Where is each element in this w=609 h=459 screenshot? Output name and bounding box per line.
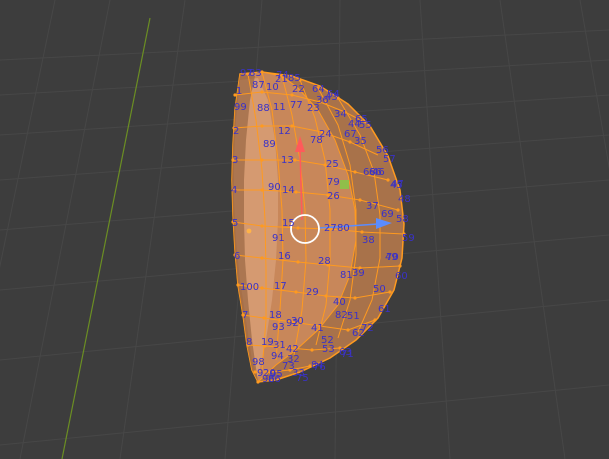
- vertex-index-label: 91: [272, 233, 285, 244]
- y-axis-line: [61, 17, 151, 459]
- 3d-viewport[interactable]: 87 10 22 99 88 11 77 23 36 2 12 24 78 34…: [0, 0, 609, 459]
- vertex-index-label: 4: [231, 185, 237, 196]
- viewport-canvas[interactable]: 87 10 22 99 88 11 77 23 36 2 12 24 78 34…: [0, 0, 609, 459]
- vertex-index-label: 39: [352, 268, 365, 279]
- vertex-index-label: 79: [327, 177, 340, 188]
- vertex-index-label: 69: [381, 209, 394, 220]
- vertex-index-label: 74: [276, 70, 289, 81]
- vertex-index-label: 81: [340, 270, 353, 281]
- vertex-index-label: 14: [282, 185, 295, 196]
- vertex-index-label: 85: [288, 73, 301, 84]
- vertex-index-label: 71: [341, 349, 354, 360]
- vertex-index-label: 93: [272, 322, 285, 333]
- vertex-index-label: 25: [326, 159, 339, 170]
- vertex-index-label: 99: [234, 102, 247, 113]
- vertex-index-label: 86: [268, 374, 281, 385]
- vertex-index-label: 45: [390, 180, 403, 191]
- vertex-index-label: 46: [372, 167, 385, 178]
- vertex-index-label: 13: [281, 155, 294, 166]
- vertex-index-label: 59: [402, 233, 415, 244]
- vertex-index-label: 19: [261, 337, 274, 348]
- vertex-index-label: 35: [354, 136, 367, 147]
- vertex-index-label: 18: [269, 310, 282, 321]
- vertex-index-label: 37: [366, 201, 379, 212]
- vertex-index-label: 31: [273, 340, 286, 351]
- vertex-index-label: 5: [232, 218, 238, 229]
- vertex-index-label: 8: [246, 337, 252, 348]
- vertex-index-label: 48: [398, 194, 411, 205]
- vertex-index-label: 34: [334, 109, 347, 120]
- vertex-index-label: 90: [268, 182, 281, 193]
- vertex-index-label: 12: [278, 126, 291, 137]
- vertex-index-label: 29: [306, 287, 319, 298]
- vertex-index-label: 100: [240, 282, 259, 293]
- vertex-index-label: 82: [335, 310, 348, 321]
- vertex-index-label: 28: [318, 256, 331, 267]
- vertex-index-label: 57: [383, 154, 396, 165]
- vertex-index-label: 50: [373, 284, 386, 295]
- vertex-index-label: 61: [378, 304, 391, 315]
- vertex-index-label: 83: [249, 68, 262, 79]
- vertex-index-label: 88: [257, 103, 270, 114]
- vertex-index-label: 53: [322, 344, 335, 355]
- vertex-index-label: 49: [385, 252, 398, 263]
- vertex-index-label: 78: [310, 135, 323, 146]
- vertex-index-label: 17: [274, 281, 287, 292]
- vertex-index-label: 55: [359, 120, 372, 131]
- vertex-index-label: 40: [333, 297, 346, 308]
- vertex-index-label: 62: [352, 328, 365, 339]
- vertex-index-label: 92: [286, 318, 299, 329]
- vertex-index-label: 87: [252, 80, 265, 91]
- vertex-index-label: 3: [232, 155, 238, 166]
- vertex-index-label: 26: [327, 191, 340, 202]
- vertex-index-label: 38: [362, 235, 375, 246]
- vertex-index-label: 64: [312, 84, 325, 95]
- vertex-index-label: 16: [278, 251, 291, 262]
- vertex-index-label: 54: [327, 89, 340, 100]
- vertex-index-label: 80: [337, 223, 350, 234]
- vertex-index-label: 58: [396, 214, 409, 225]
- vertex-index-label: 41: [311, 323, 324, 334]
- vertex-index-label: 22: [292, 84, 305, 95]
- gizmo-z-handle-icon[interactable]: [340, 180, 349, 189]
- vertex-index-label: 76: [313, 362, 326, 373]
- vertex-index-label: 77: [290, 100, 303, 111]
- vertex-index-label: 89: [263, 139, 276, 150]
- vertex-index-label: 15: [282, 218, 295, 229]
- vertex-index-label: 7: [242, 310, 248, 321]
- vertex-index-label: 27: [324, 223, 337, 234]
- vertex-index-label: 2: [233, 126, 239, 137]
- vertex-index-label: 98: [252, 357, 265, 368]
- vertex-index-label: 75: [296, 373, 309, 384]
- vertex-index-label: 1: [236, 86, 242, 97]
- vertex-index-label: 60: [395, 271, 408, 282]
- vertex-index-label: 11: [273, 102, 286, 113]
- vertex-index-label: 6: [234, 251, 240, 262]
- vertex-index-label: 51: [347, 311, 360, 322]
